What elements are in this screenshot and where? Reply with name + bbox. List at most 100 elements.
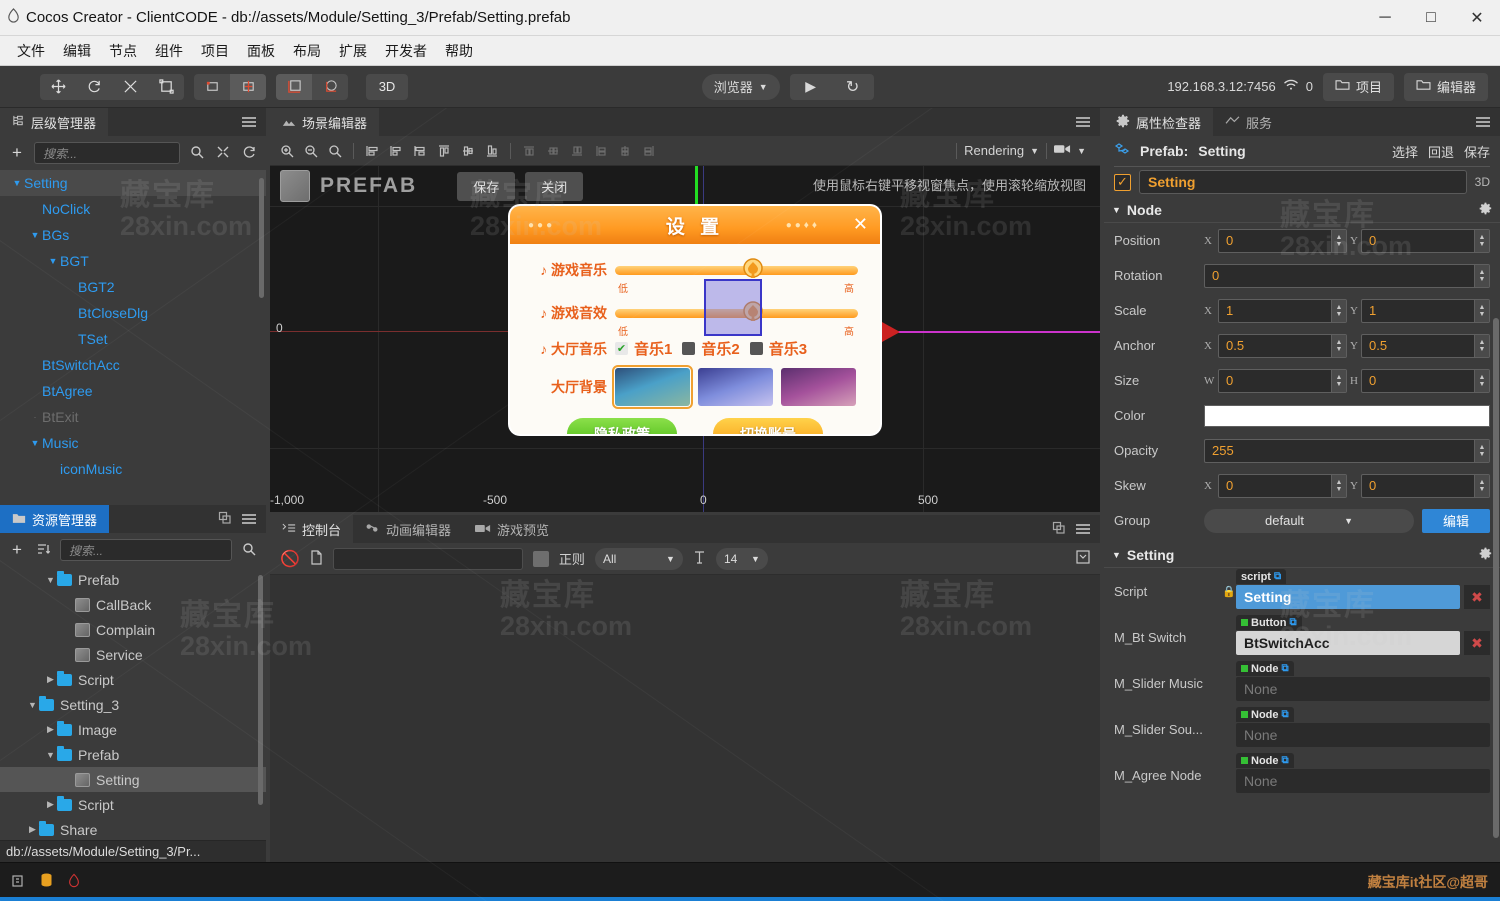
prefab-select-button[interactable]: 选择 <box>1392 142 1418 161</box>
edit-group-button[interactable]: 编辑 <box>1422 508 1490 533</box>
asset-item-callback[interactable]: CallBack <box>0 592 266 617</box>
anchor-y-input[interactable]: 0.5 ▲ ▼ <box>1361 333 1490 358</box>
tab-services[interactable]: 服务 <box>1213 108 1285 136</box>
asset-item-prefab[interactable]: ▼ Prefab <box>0 567 266 592</box>
menu-item-developer[interactable]: 开发者 <box>376 39 436 63</box>
open-external-icon[interactable]: ⧉ <box>1289 617 1296 628</box>
asset-item-image[interactable]: ▶ Image <box>0 717 266 742</box>
align-v-center-icon[interactable] <box>457 140 479 162</box>
camera-dropdown[interactable]: ▼ <box>1054 143 1094 158</box>
asset-item-prefab[interactable]: ▼ Prefab <box>0 742 266 767</box>
duplicate-panel-icon[interactable] <box>218 511 232 528</box>
spinner-arrows[interactable]: ▲ ▼ <box>1331 229 1346 252</box>
search-icon[interactable] <box>240 542 258 559</box>
hierarchy-node-btexit[interactable]: · BtExit <box>0 404 266 430</box>
lobby-music-option-label[interactable]: 音乐2 <box>701 338 739 359</box>
tab-scene-editor[interactable]: 场景编辑器 <box>270 108 380 136</box>
component-field-value[interactable]: None <box>1236 723 1490 747</box>
open-external-icon[interactable]: ⧉ <box>1282 663 1289 674</box>
zoom-out-icon[interactable] <box>300 140 322 162</box>
tab-inspector[interactable]: 属性检查器 <box>1104 108 1214 136</box>
clear-icon[interactable]: 🚫 <box>280 549 300 569</box>
menu-item-panel[interactable]: 面板 <box>238 39 284 63</box>
maximize-button[interactable]: □ <box>1408 0 1454 36</box>
lobby-music-checkbox[interactable] <box>749 342 763 355</box>
lobby-music-option-label[interactable]: 音乐3 <box>769 338 807 359</box>
menu-item-help[interactable]: 帮助 <box>436 39 482 63</box>
add-node-button[interactable]: + <box>8 143 26 163</box>
menu-item-component[interactable]: 组件 <box>146 39 192 63</box>
hierarchy-node-iconmusic[interactable]: ·iconMusic <box>0 456 266 482</box>
collapse-all-icon[interactable] <box>214 145 232 162</box>
align-bottom-icon[interactable] <box>481 140 503 162</box>
align-left-icon[interactable] <box>361 140 383 162</box>
preview-target-dropdown[interactable]: 浏览器 ▼ <box>701 73 780 100</box>
duplicate-panel-icon[interactable] <box>1052 521 1066 538</box>
asset-item-complain[interactable]: Complain <box>0 617 266 642</box>
spinner-arrows[interactable]: ▲ ▼ <box>1474 334 1489 357</box>
refresh-icon[interactable] <box>240 145 258 162</box>
hierarchy-node-tset[interactable]: ·TSet <box>0 326 266 352</box>
node-section-header[interactable]: ▼ Node <box>1104 197 1500 223</box>
distribute-v-bottom-icon[interactable] <box>638 140 660 162</box>
rotation-input[interactable]: 0 ▲ ▼ <box>1204 263 1490 288</box>
move-tool-button[interactable] <box>40 74 76 100</box>
menu-item-project[interactable]: 项目 <box>192 39 238 63</box>
regex-checkbox[interactable] <box>532 550 549 567</box>
scene-menu-icon[interactable] <box>1076 115 1090 129</box>
inspector-scrollbar[interactable] <box>1493 318 1499 838</box>
lobby-bg-thumbnail[interactable] <box>612 365 693 409</box>
sync-icon[interactable] <box>12 874 26 891</box>
spinner-arrows[interactable]: ▲ ▼ <box>1331 369 1346 392</box>
chevron-down-icon[interactable]: ▼ <box>28 230 42 240</box>
chevron-right-icon[interactable]: ▶ <box>44 724 57 735</box>
distribute-h-center-icon[interactable] <box>542 140 564 162</box>
skew-y-input[interactable]: 0 ▲ ▼ <box>1361 473 1490 498</box>
assets-scrollbar[interactable] <box>258 575 263 805</box>
lobby-bg-thumbnail[interactable] <box>698 368 773 406</box>
spinner-arrows[interactable]: ▲ ▼ <box>1331 334 1346 357</box>
component-field-value[interactable]: Setting <box>1236 585 1460 609</box>
distribute-h-right-icon[interactable] <box>566 140 588 162</box>
tab-game-preview[interactable]: 游戏预览 <box>463 515 562 543</box>
add-asset-button[interactable]: + <box>8 540 26 560</box>
console-menu-icon[interactable] <box>1076 522 1090 536</box>
align-top-icon[interactable] <box>433 140 455 162</box>
font-size-dropdown[interactable]: 14 ▼ <box>715 547 768 570</box>
inspector-menu-icon[interactable] <box>1476 115 1490 129</box>
spinner-arrows[interactable]: ▲ ▼ <box>1331 474 1346 497</box>
spinner-arrows[interactable]: ▲ ▼ <box>1474 369 1489 392</box>
menu-item-file[interactable]: 文件 <box>8 39 54 63</box>
spinner-arrows[interactable]: ▲ ▼ <box>1474 474 1489 497</box>
lobby-music-option-label[interactable]: 音乐1 <box>634 338 672 359</box>
asset-item-setting[interactable]: Setting <box>0 767 266 792</box>
size-y-input[interactable]: 0 ▲ ▼ <box>1361 368 1490 393</box>
component-section-header[interactable]: ▼ Setting <box>1104 542 1500 568</box>
hierarchy-node-btswitchacc[interactable]: ·BtSwitchAcc <box>0 352 266 378</box>
component-field-value[interactable]: BtSwitchAcc <box>1236 631 1460 655</box>
align-h-center-icon[interactable] <box>385 140 407 162</box>
chevron-down-icon[interactable]: ▼ <box>10 178 24 188</box>
asset-item-script[interactable]: ▶ Script <box>0 667 266 692</box>
scale-y-input[interactable]: 1 ▲ ▼ <box>1361 298 1490 323</box>
asset-item-share[interactable]: ▶ Share <box>0 817 266 840</box>
sort-icon[interactable] <box>34 542 52 559</box>
tab-assets[interactable]: 资源管理器 <box>0 505 110 533</box>
close-x-icon[interactable]: ✕ <box>853 214 868 235</box>
distribute-v-center-icon[interactable] <box>614 140 636 162</box>
lobby-bg-thumbnail[interactable] <box>781 368 856 406</box>
lobby-music-checkbox[interactable] <box>682 342 696 355</box>
zoom-in-icon[interactable] <box>276 140 298 162</box>
node-name-input[interactable]: Setting <box>1139 170 1467 194</box>
close-button[interactable]: ✕ <box>1454 0 1500 36</box>
minimize-button[interactable]: ─ <box>1362 0 1408 36</box>
component-field-value[interactable]: None <box>1236 769 1490 793</box>
skew-x-input[interactable]: 0 ▲ ▼ <box>1218 473 1347 498</box>
open-external-icon[interactable]: ⧉ <box>1282 755 1289 766</box>
rotate-tool-button[interactable] <box>76 74 112 100</box>
scale-x-input[interactable]: 1 ▲ ▼ <box>1218 298 1347 323</box>
render-mode-dropdown[interactable]: Rendering ▼ <box>964 143 1039 158</box>
lobby-music-checkbox[interactable]: ✔ <box>615 342 628 355</box>
tab-hierarchy[interactable]: 层级管理器 <box>0 108 109 136</box>
hierarchy-node-btclosedlg[interactable]: ·BtCloseDlg <box>0 300 266 326</box>
